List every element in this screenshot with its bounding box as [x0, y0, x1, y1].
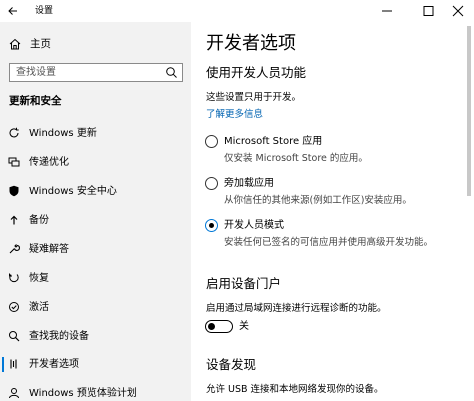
close-icon[interactable]: [442, 0, 474, 22]
sidebar-item-label: 恢复: [29, 273, 49, 284]
learn-more-link[interactable]: 了解更多信息: [206, 108, 263, 121]
nav-home[interactable]: 主页: [0, 33, 191, 55]
search-icon[interactable]: [165, 66, 178, 79]
wrench-icon: [9, 244, 20, 254]
search-placeholder: 查找设置: [16, 67, 56, 78]
sidebar-item-troubleshoot[interactable]: 疑难解答: [0, 238, 191, 261]
sidebar-item-windows-security[interactable]: Windows 安全中心: [0, 180, 191, 203]
option-label: 旁加载应用: [224, 178, 274, 189]
back-arrow-icon[interactable]: [4, 2, 22, 20]
option-description: 仅安装 Microsoft Store 的应用。: [224, 153, 368, 164]
sidebar-item-label: 疑难解答: [29, 244, 69, 255]
sidebar-item-activation[interactable]: 激活: [0, 296, 191, 319]
backup-icon: [10, 215, 18, 225]
sidebar-item-delivery-optimization[interactable]: 传递优化: [0, 151, 191, 174]
recovery-icon: [9, 273, 19, 283]
active-indicator: [2, 357, 4, 372]
section-heading-device-discovery: 设备发现: [206, 357, 257, 372]
page-title: 开发者选项: [206, 33, 296, 54]
sidebar-item-label: 开发者选项: [29, 359, 79, 370]
sidebar-item-find-my-device[interactable]: 查找我的设备: [0, 325, 191, 348]
sidebar-item-recovery[interactable]: 恢复: [0, 267, 191, 290]
activation-icon: [9, 302, 19, 312]
scrollbar[interactable]: [465, 22, 474, 401]
nav-home-label: 主页: [30, 38, 51, 50]
section-heading-developer-features: 使用开发人员功能: [206, 65, 307, 80]
sidebar-item-label: Windows 更新: [29, 128, 97, 139]
scrollbar-thumb[interactable]: [467, 26, 471, 196]
sidebar-item-windows-insider[interactable]: Windows 预览体验计划: [0, 382, 191, 401]
radio-developer-mode[interactable]: [205, 219, 218, 232]
sidebar-item-label: Windows 安全中心: [29, 186, 117, 197]
sidebar-item-label: 激活: [29, 302, 49, 313]
developer-icon: [10, 359, 17, 369]
sync-icon: [9, 127, 19, 138]
search-input[interactable]: 查找设置: [9, 63, 183, 82]
sidebar-item-windows-update[interactable]: Windows 更新: [0, 122, 191, 145]
home-icon: [9, 38, 21, 50]
sidebar-item-developer-options[interactable]: 开发者选项: [0, 353, 191, 376]
section-description: 允许 USB 连接和本地网络发现你的设备。: [206, 384, 384, 395]
sidebar: 主页 查找设置 更新和安全 Windows 更新 传递优化 Windows 安全…: [0, 22, 191, 401]
section-description: 这些设置只用于开发。: [206, 92, 302, 103]
radio-microsoft-store-apps[interactable]: [205, 135, 218, 148]
sidebar-item-label: 查找我的设备: [29, 331, 89, 342]
sidebar-item-label: 传递优化: [29, 157, 69, 168]
radio-sideload-apps[interactable]: [205, 177, 218, 190]
device-portal-toggle[interactable]: [205, 320, 233, 333]
toggle-knob: [208, 322, 215, 330]
option-description: 安装任何已签名的可信应用并使用高级开发功能。: [224, 237, 434, 248]
sidebar-section-heading: 更新和安全: [9, 95, 62, 107]
insider-icon: [9, 388, 19, 399]
option-label: Microsoft Store 应用: [224, 136, 323, 147]
toggle-state-label: 关: [239, 321, 249, 332]
option-label: 开发人员模式: [224, 220, 284, 231]
sidebar-item-label: 备份: [29, 215, 49, 226]
window-title: 设置: [35, 6, 54, 16]
maximize-icon[interactable]: [410, 0, 446, 22]
find-device-icon: [9, 331, 20, 342]
shield-icon: [9, 185, 19, 197]
sidebar-item-label: Windows 预览体验计划: [29, 388, 137, 399]
sidebar-item-backup[interactable]: 备份: [0, 209, 191, 232]
section-description: 启用通过局域网连接进行远程诊断的功能。: [206, 303, 387, 314]
delivery-optimization-icon: [8, 157, 20, 167]
option-description: 从你信任的其他来源(例如工作区)安装应用。: [224, 195, 412, 206]
section-heading-device-portal: 启用设备门户: [206, 276, 282, 291]
minimize-icon[interactable]: [369, 0, 405, 22]
title-bar: 设置: [0, 0, 474, 22]
